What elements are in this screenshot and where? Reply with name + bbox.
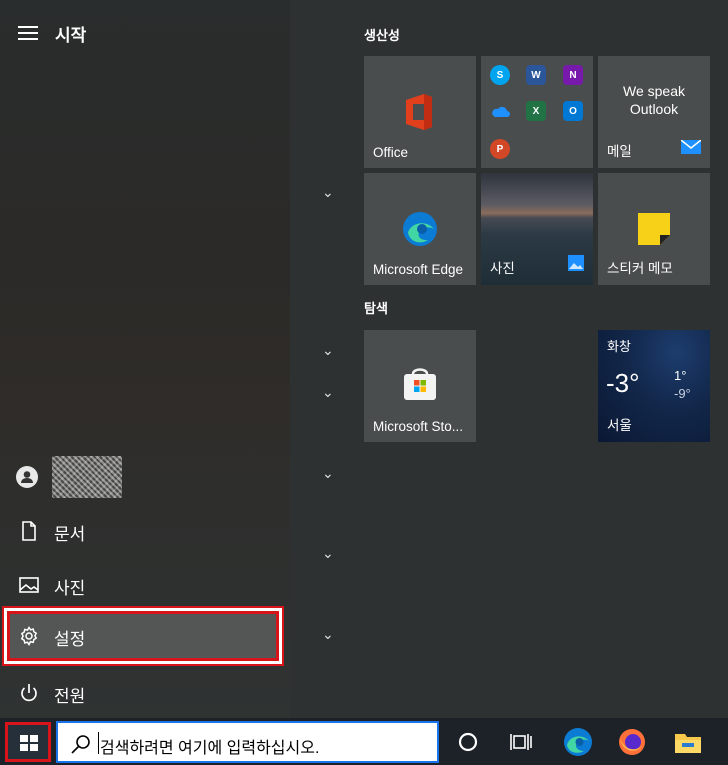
mail-promo-text: We speak Outlook: [623, 83, 685, 117]
task-view-icon[interactable]: [506, 726, 538, 758]
taskbar: 검색하려면 여기에 입력하십시오.: [0, 718, 728, 765]
chevron-down-icon[interactable]: ⌄: [322, 384, 338, 400]
document-icon: [18, 520, 40, 542]
avatar-icon: [16, 466, 38, 488]
weather-low: -9°: [674, 386, 691, 401]
rail-item-label: 설정: [54, 630, 86, 649]
tile-office[interactable]: Office: [364, 56, 476, 168]
office-icon: [402, 92, 436, 137]
group-title-explore[interactable]: 탐색: [364, 298, 388, 317]
weather-city: 서울: [607, 418, 632, 433]
search-icon: [70, 733, 92, 755]
tile-label: Microsoft Sto...: [373, 419, 464, 434]
search-placeholder: 검색하려면 여기에 입력하십시오.: [100, 740, 320, 757]
windows-logo-icon: [20, 735, 39, 752]
onenote-icon: N: [563, 65, 583, 85]
edge-icon: [402, 211, 438, 252]
start-header: 시작: [0, 14, 290, 50]
chevron-down-icon[interactable]: ⌄: [322, 545, 338, 561]
tile-mail[interactable]: We speak Outlook 메일: [598, 56, 710, 168]
tile-weather[interactable]: 화창 -3° 1° -9° 서울: [598, 330, 710, 442]
start-menu-rail: 시작 문서 사진 설정 전원: [0, 0, 290, 718]
skype-icon: S: [490, 65, 510, 85]
weather-temp: -3°: [606, 368, 640, 398]
rail-item-label: 사진: [54, 579, 86, 598]
start-title: 시작: [55, 26, 87, 45]
tile-label: Office: [373, 145, 409, 160]
chevron-down-icon[interactable]: ⌄: [322, 184, 338, 200]
obscured-user-name: [52, 456, 122, 498]
tile-microsoft-store[interactable]: Microsoft Sto...: [364, 330, 476, 442]
sticky-note-icon: [638, 213, 670, 250]
tile-sticky-notes[interactable]: 스티커 메모: [598, 173, 710, 285]
tile-label: 스티커 메모: [607, 261, 673, 276]
rail-item-label: 전원: [54, 687, 86, 706]
rail-item-pictures[interactable]: 사진: [6, 562, 284, 608]
excel-icon: X: [526, 101, 546, 121]
tile-label: Microsoft Edge: [373, 262, 464, 277]
cortana-icon[interactable]: [452, 726, 484, 758]
group-title-productivity[interactable]: 생산성: [364, 25, 400, 44]
chevron-down-icon[interactable]: ⌄: [322, 465, 338, 481]
hamburger-menu-icon[interactable]: [18, 26, 38, 40]
firefox-icon[interactable]: [616, 726, 648, 758]
tile-label: 사진: [490, 261, 515, 276]
onedrive-icon: [490, 101, 510, 121]
taskbar-search-box[interactable]: 검색하려면 여기에 입력하십시오.: [56, 721, 439, 763]
tile-office-apps-folder[interactable]: S W N X O P: [481, 56, 593, 168]
power-icon: [18, 682, 40, 704]
tile-label: 메일: [607, 144, 632, 159]
photos-icon: [18, 574, 40, 596]
rail-item-settings[interactable]: 설정: [10, 614, 276, 658]
rail-item-documents[interactable]: 문서: [6, 508, 284, 554]
file-explorer-icon[interactable]: [672, 726, 704, 758]
edge-taskbar-icon[interactable]: [562, 726, 594, 758]
user-account[interactable]: [6, 456, 284, 502]
chevron-down-icon[interactable]: ⌄: [322, 342, 338, 358]
tile-photos[interactable]: 사진: [481, 173, 593, 285]
powerpoint-icon: P: [490, 139, 510, 159]
start-button[interactable]: [5, 722, 51, 762]
mail-icon: [680, 139, 702, 159]
rail-item-power[interactable]: 전원: [6, 670, 284, 716]
outlook-icon: O: [563, 101, 583, 121]
word-icon: W: [526, 65, 546, 85]
tile-edge[interactable]: Microsoft Edge: [364, 173, 476, 285]
weather-condition: 화창: [607, 339, 631, 354]
store-icon: [402, 366, 438, 407]
photos-app-icon: [568, 255, 584, 276]
weather-high: 1°: [674, 368, 687, 383]
rail-item-label: 문서: [54, 525, 86, 544]
text-caret: [98, 732, 99, 754]
chevron-down-icon[interactable]: ⌄: [322, 626, 338, 642]
gear-icon: [18, 625, 40, 647]
